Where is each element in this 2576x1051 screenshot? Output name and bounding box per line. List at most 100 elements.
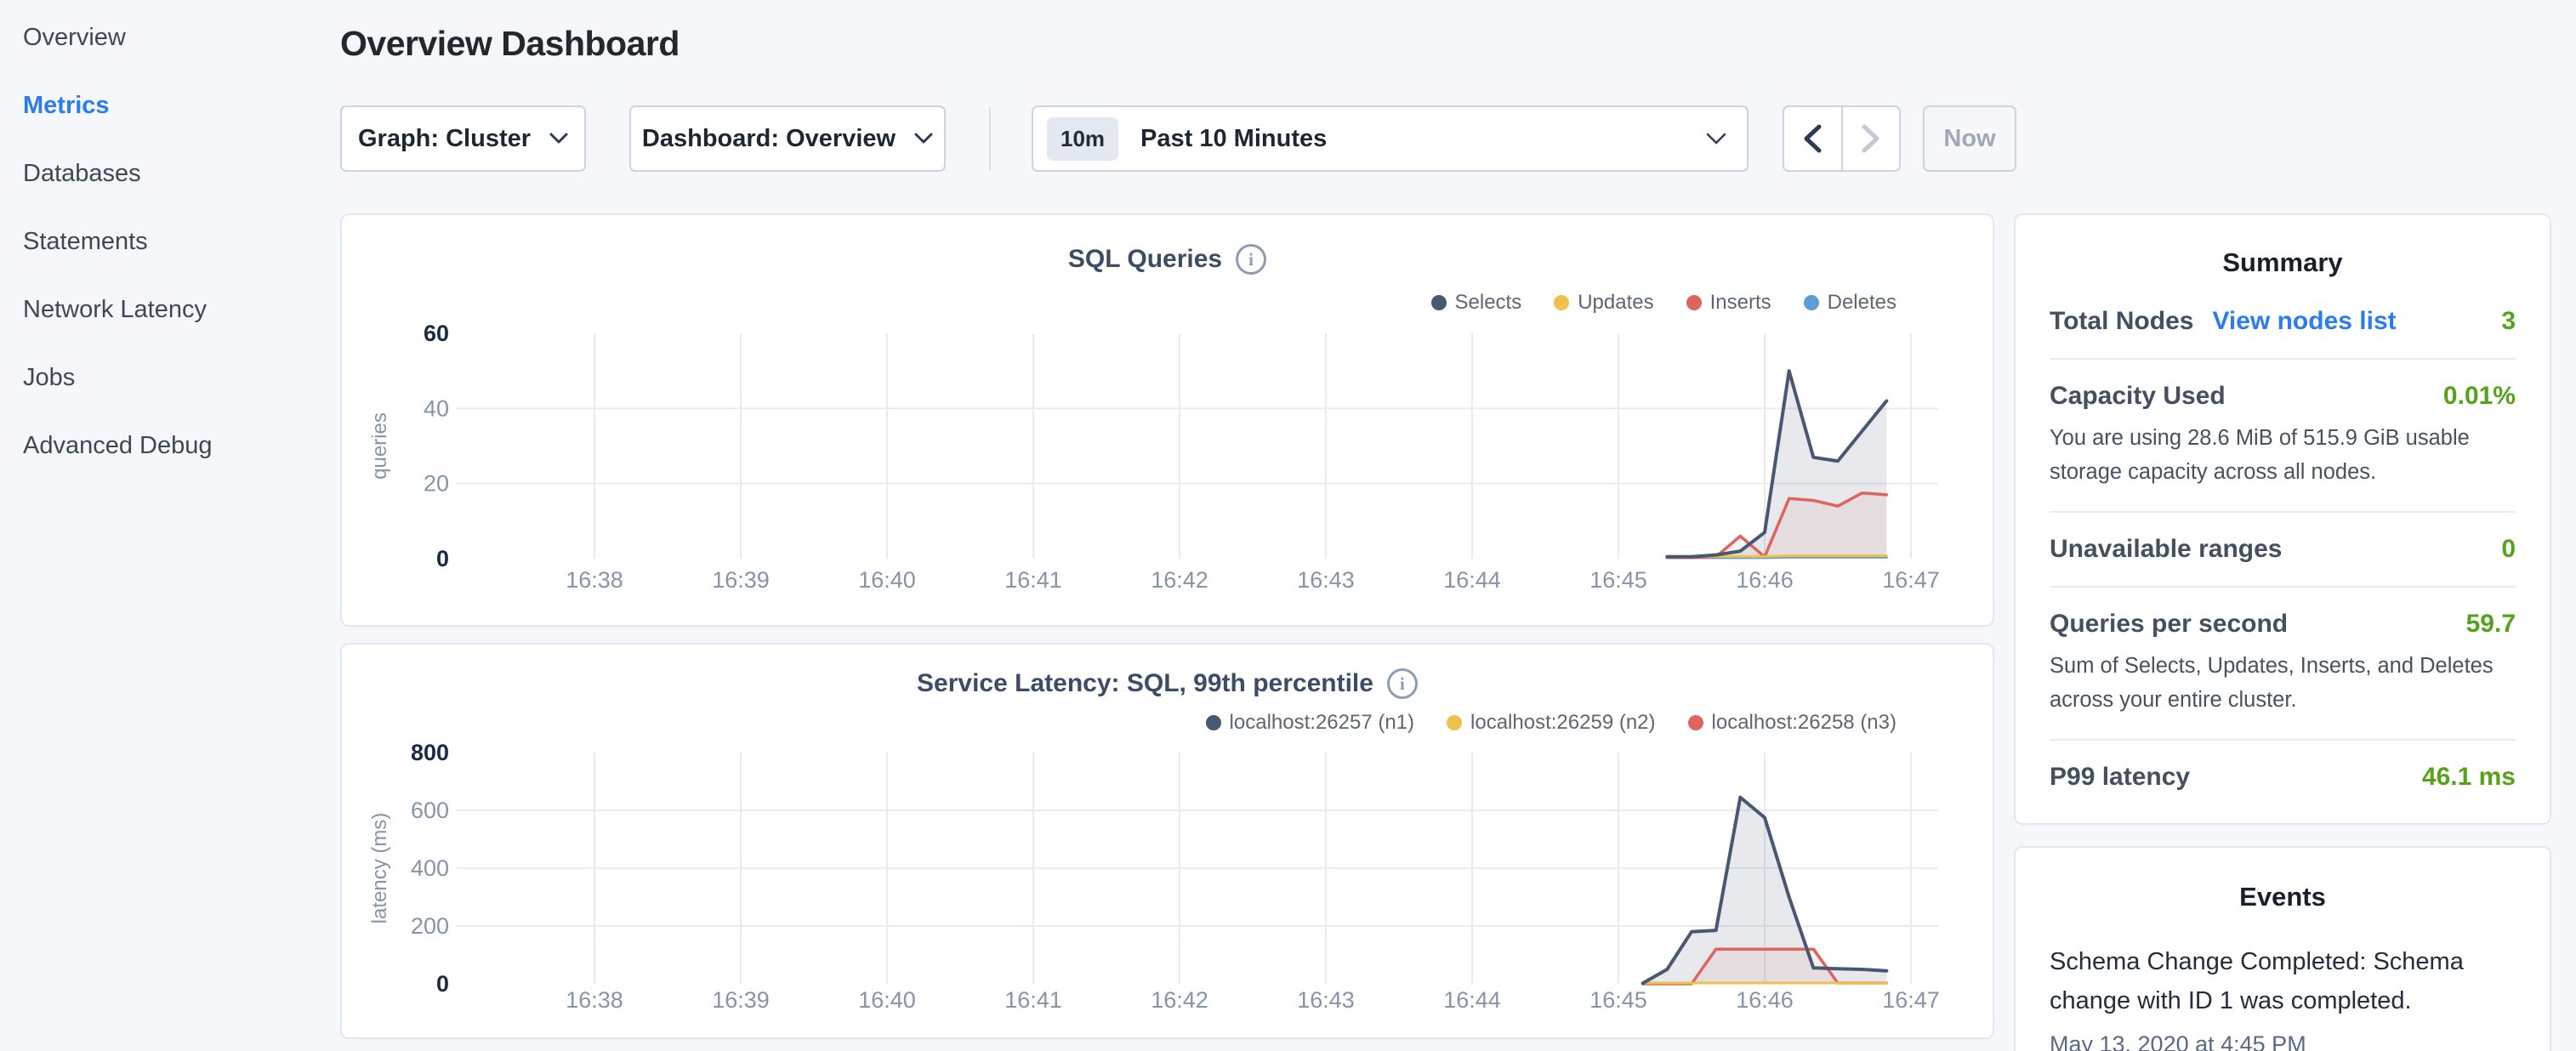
chevron-down-icon xyxy=(1706,133,1726,145)
sql-queries-chart-panel: SQL Queries i Selects Updates Inserts Delet… xyxy=(340,213,1994,627)
svg-text:queries: queries xyxy=(368,412,391,480)
graph-dropdown-label: Graph: Cluster xyxy=(358,125,531,153)
svg-text:16:38: 16:38 xyxy=(566,987,623,1013)
summary-row-main: Total Nodes View nodes list 3 xyxy=(2050,307,2516,336)
chart-legend: localhost:26257 (n1) localhost:26259 (n2)… xyxy=(1206,711,1896,735)
summary-row-label: P99 latency xyxy=(2050,763,2190,792)
legend-item-localhost-26259-n2-: localhost:26259 (n2) xyxy=(1447,711,1655,735)
chevron-left-icon xyxy=(1803,124,1822,153)
legend-label: Deletes xyxy=(1828,291,1896,315)
summary-rows: Total Nodes View nodes list 3 Capacity Used… xyxy=(2016,278,2550,814)
graph-dropdown[interactable]: Graph: Cluster xyxy=(340,105,586,172)
now-button[interactable]: Now xyxy=(1923,105,2016,172)
sidebar-item-network-latency[interactable]: Network Latency xyxy=(0,276,340,344)
legend-item-inserts: Inserts xyxy=(1686,291,1771,315)
time-backward-button[interactable] xyxy=(1784,107,1843,170)
svg-text:16:42: 16:42 xyxy=(1151,567,1208,593)
summary-panel: Summary Total Nodes View nodes list 3 Capac… xyxy=(2014,213,2551,825)
svg-text:16:47: 16:47 xyxy=(1882,987,1940,1013)
view-nodes-link[interactable]: View nodes list xyxy=(2212,307,2396,336)
summary-row: Queries per second59.7Sum of Selects, Up… xyxy=(2050,588,2516,741)
events-panel: Events Schema Change Completed: Schema c… xyxy=(2014,846,2551,1051)
legend-dot-icon xyxy=(1686,295,1702,310)
info-icon[interactable]: i xyxy=(1236,244,1266,275)
svg-text:600: 600 xyxy=(411,798,449,823)
event-item: Schema Change Completed: Schema change w… xyxy=(2016,912,2550,1051)
summary-row-label: Capacity Used xyxy=(2050,382,2226,411)
svg-text:16:44: 16:44 xyxy=(1443,567,1501,593)
legend-dot-icon xyxy=(1688,715,1703,730)
legend-dot-icon xyxy=(1431,295,1447,310)
summary-row-main: Capacity Used 0.01% xyxy=(2050,382,2516,411)
legend-item-localhost-26258-n3-: localhost:26258 (n3) xyxy=(1688,711,1896,735)
summary-row-value: 0 xyxy=(2501,535,2516,564)
chart-title-row: SQL Queries i xyxy=(342,244,1993,275)
svg-text:16:44: 16:44 xyxy=(1443,987,1501,1013)
svg-text:16:46: 16:46 xyxy=(1736,567,1794,593)
svg-text:16:39: 16:39 xyxy=(712,987,770,1013)
chart-title-row: Service Latency: SQL, 99th percentile i xyxy=(342,668,1993,699)
service-latency-chart: 16:3816:3916:4016:4116:4216:4316:4416:45… xyxy=(342,645,1993,1041)
time-range-badge: 10m xyxy=(1047,117,1118,161)
legend-label: Updates xyxy=(1578,291,1653,315)
svg-text:latency (ms): latency (ms) xyxy=(368,813,391,924)
legend-dot-icon xyxy=(1804,295,1819,310)
svg-text:16:40: 16:40 xyxy=(858,987,916,1013)
svg-text:0: 0 xyxy=(436,971,449,997)
summary-row-value: 3 xyxy=(2501,307,2516,336)
sidebar-item-jobs[interactable]: Jobs xyxy=(0,344,340,412)
info-icon[interactable]: i xyxy=(1387,668,1418,699)
sidebar-item-statements[interactable]: Statements xyxy=(0,207,340,276)
svg-text:16:41: 16:41 xyxy=(1004,987,1062,1013)
summary-row-main: Queries per second 59.7 xyxy=(2050,610,2516,639)
event-text: Schema Change Completed: Schema change w… xyxy=(2050,943,2503,1021)
legend-item-deletes: Deletes xyxy=(1804,291,1896,315)
svg-text:16:39: 16:39 xyxy=(712,567,770,593)
summary-heading: Summary xyxy=(2016,247,2550,278)
legend-dot-icon xyxy=(1447,715,1462,730)
dashboard-dropdown[interactable]: Dashboard: Overview xyxy=(629,105,946,172)
sidebar-item-overview[interactable]: Overview xyxy=(0,3,340,71)
events-list: Schema Change Completed: Schema change w… xyxy=(2016,912,2550,1051)
svg-text:400: 400 xyxy=(411,855,449,881)
service-latency-chart-panel: Service Latency: SQL, 99th percentile i … xyxy=(340,643,1994,1039)
chart-title: Service Latency: SQL, 99th percentile xyxy=(917,669,1373,698)
time-pager-group xyxy=(1783,105,1901,172)
svg-text:16:47: 16:47 xyxy=(1882,567,1940,593)
svg-text:16:41: 16:41 xyxy=(1004,567,1062,593)
svg-text:16:40: 16:40 xyxy=(858,567,916,593)
summary-row: Unavailable ranges0 xyxy=(2050,513,2516,588)
time-range-dropdown[interactable]: 10m Past 10 Minutes xyxy=(1032,105,1749,172)
legend-item-updates: Updates xyxy=(1554,291,1653,315)
sidebar-item-metrics[interactable]: Metrics xyxy=(0,71,340,139)
dashboard-dropdown-label: Dashboard: Overview xyxy=(642,125,896,153)
events-heading: Events xyxy=(2016,882,2550,912)
legend-dot-icon xyxy=(1206,715,1221,730)
summary-row-value: 0.01% xyxy=(2443,382,2516,411)
summary-row-main: Unavailable ranges0 xyxy=(2050,535,2516,564)
legend-item-localhost-26257-n1-: localhost:26257 (n1) xyxy=(1206,711,1414,735)
svg-text:16:45: 16:45 xyxy=(1589,987,1647,1013)
svg-text:20: 20 xyxy=(424,471,449,497)
svg-text:200: 200 xyxy=(411,913,449,939)
summary-row: Total Nodes View nodes list 3 xyxy=(2050,285,2516,360)
chevron-down-icon xyxy=(914,133,933,145)
svg-text:16:43: 16:43 xyxy=(1297,567,1355,593)
sidebar-item-advanced-debug[interactable]: Advanced Debug xyxy=(0,412,340,480)
chevron-down-icon xyxy=(549,133,568,145)
summary-row-label: Queries per second xyxy=(2050,610,2288,639)
summary-row-value: 46.1 ms xyxy=(2422,763,2516,792)
summary-row-label: Total Nodes xyxy=(2050,307,2193,336)
sidebar-item-databases[interactable]: Databases xyxy=(0,139,340,207)
chart-legend: Selects Updates Inserts Deletes xyxy=(1431,291,1897,315)
app-window: OverviewMetricsDatabasesStatementsNetwor… xyxy=(0,0,2576,1051)
summary-row-main: P99 latency 46.1 ms xyxy=(2050,763,2516,792)
legend-label: Inserts xyxy=(1710,291,1771,315)
chevron-right-icon xyxy=(1862,124,1880,153)
time-range-label: Past 10 Minutes xyxy=(1140,125,1327,153)
svg-text:800: 800 xyxy=(411,740,449,765)
summary-row-value: 59.7 xyxy=(2466,610,2516,639)
time-forward-button[interactable] xyxy=(1843,107,1900,170)
legend-item-selects: Selects xyxy=(1431,291,1522,315)
svg-text:16:42: 16:42 xyxy=(1151,987,1208,1013)
